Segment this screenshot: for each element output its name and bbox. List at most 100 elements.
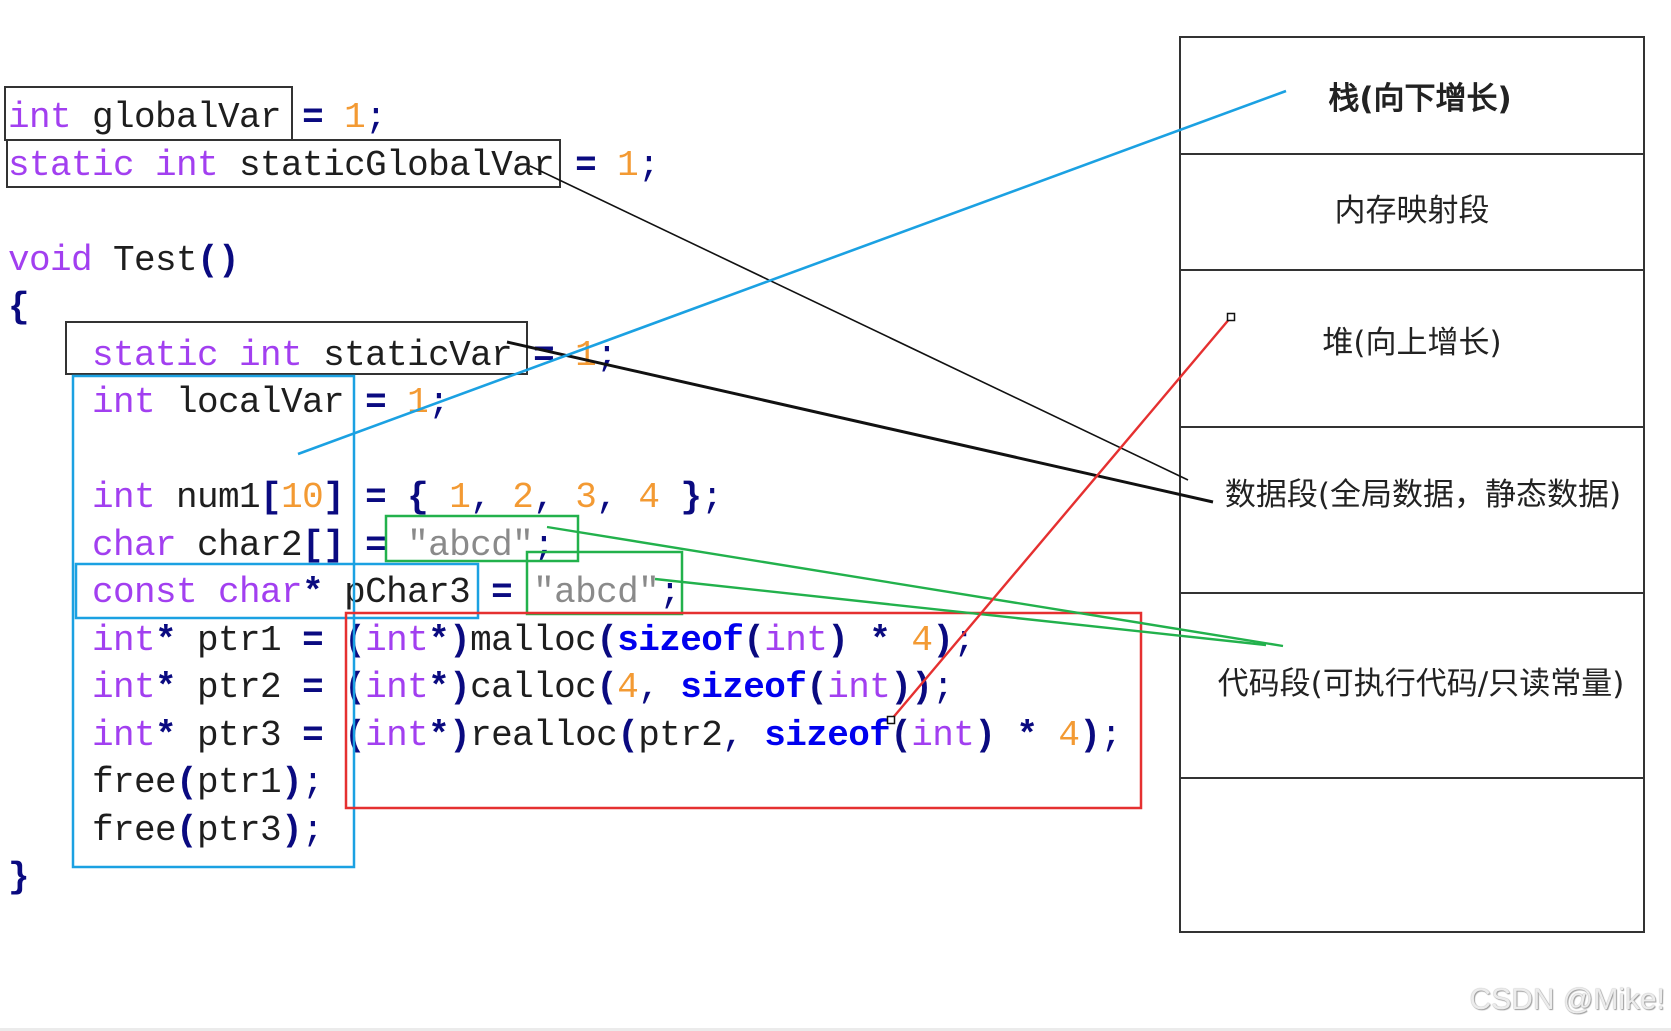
code-token: ,	[638, 667, 660, 708]
code-token: int	[365, 619, 429, 661]
code-token: int	[92, 714, 156, 756]
code-token: num1	[155, 477, 261, 518]
code-token: *	[155, 714, 177, 756]
code-line: int* ptr3 = (int*)realloc(ptr2, sizeof(i…	[8, 712, 1122, 760]
code-token: int	[365, 714, 429, 756]
code-token: =	[302, 714, 324, 756]
code-token: int	[911, 714, 975, 756]
code-token: 1	[344, 97, 366, 138]
code-token: *)	[428, 619, 471, 661]
code-token: =	[302, 97, 324, 138]
code-token: )	[974, 714, 996, 756]
code-token: ;	[428, 382, 450, 423]
code-token: *	[1016, 714, 1038, 756]
code-token: 3	[575, 477, 597, 518]
code-token: ;	[365, 97, 387, 138]
code-token: int	[365, 667, 429, 708]
code-token: pChar3	[323, 572, 492, 613]
code-token: =	[365, 524, 387, 566]
code-token: ptr2	[638, 714, 723, 756]
code-token: ()	[197, 239, 240, 281]
code-token: ;	[596, 334, 618, 376]
code-token: (	[344, 714, 366, 756]
code-token: 1	[575, 334, 597, 376]
code-token: )	[932, 619, 954, 661]
code-token: )	[1079, 714, 1101, 756]
code-token: =	[533, 334, 555, 376]
code-token: free	[8, 762, 177, 803]
code-line: int* ptr1 = (int*)malloc(sizeof(int) * 4…	[8, 617, 1121, 665]
code-line: {	[8, 284, 1121, 332]
code-token: 1	[407, 382, 429, 423]
code-token: {	[407, 477, 429, 518]
code-token: 1	[449, 477, 471, 518]
code-token: ;	[659, 572, 681, 613]
code-token: static int	[92, 334, 303, 376]
code-token: (	[176, 809, 198, 851]
code-token: [	[260, 477, 282, 518]
code-token: ;	[302, 809, 324, 851]
code-token: 1	[617, 144, 639, 186]
code-token: *	[155, 619, 177, 661]
code-token: ptr1	[176, 619, 303, 661]
code-line: int localVar = 1;	[8, 379, 1121, 427]
segment-label: 堆(向上增长)	[1322, 324, 1502, 361]
code-token: ,	[722, 714, 744, 756]
code-token: realloc	[470, 714, 618, 756]
code-token: 4	[638, 477, 660, 518]
code-token: ,	[470, 477, 492, 518]
code-token: sizeof	[617, 619, 744, 661]
segment-data: 数据段(全局数据，静态数据)	[1181, 428, 1643, 594]
code-token: const char	[92, 572, 303, 613]
code-token: }	[680, 477, 702, 518]
watermark: CSDN @Mike!	[1469, 983, 1665, 1016]
code-token: "abcd"	[407, 524, 534, 566]
segment-label: 数据段(全局数据，静态数据)	[1224, 476, 1622, 513]
code-token: *	[155, 667, 177, 708]
code-token: int	[92, 477, 156, 518]
segment-label: 代码段(可执行代码/只读常量)	[1217, 665, 1625, 702]
code-token: char	[92, 524, 177, 566]
code-token: (	[890, 714, 912, 756]
code-token: sizeof	[764, 714, 891, 756]
code-token: free	[8, 809, 177, 851]
code-token: ))	[890, 667, 933, 708]
code-token: sizeof	[680, 667, 807, 708]
code-token: calloc	[470, 667, 597, 708]
code-token: =	[575, 144, 597, 186]
code-token: ;	[302, 762, 324, 803]
code-token: =	[302, 619, 324, 661]
code-token: (	[743, 619, 765, 661]
code-token: int	[92, 667, 156, 708]
code-line: void Test()	[8, 237, 1121, 285]
code-token: ptr3	[176, 714, 303, 756]
code-token: ptr2	[176, 667, 303, 708]
code-token: globalVar	[71, 97, 303, 138]
code-token: staticGlobalVar	[218, 144, 576, 186]
code-token: }	[8, 857, 30, 898]
code-token: ptr3	[197, 809, 282, 851]
code-token: =	[302, 667, 324, 708]
code-line: char char2[] = "abcd";	[8, 522, 1121, 570]
code-token: int	[8, 97, 72, 138]
